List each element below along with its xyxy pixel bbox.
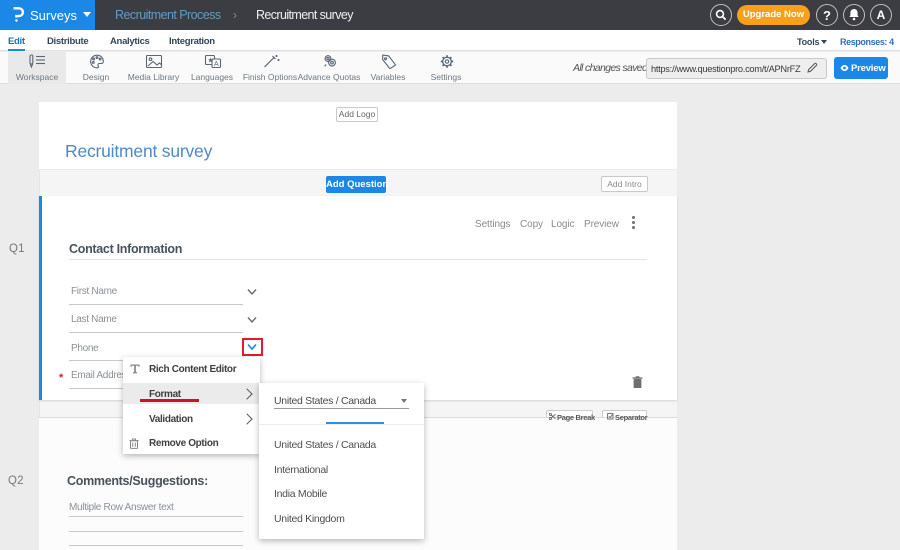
svg-text:A: A xyxy=(214,61,219,68)
svg-text:★: ★ xyxy=(208,57,214,65)
